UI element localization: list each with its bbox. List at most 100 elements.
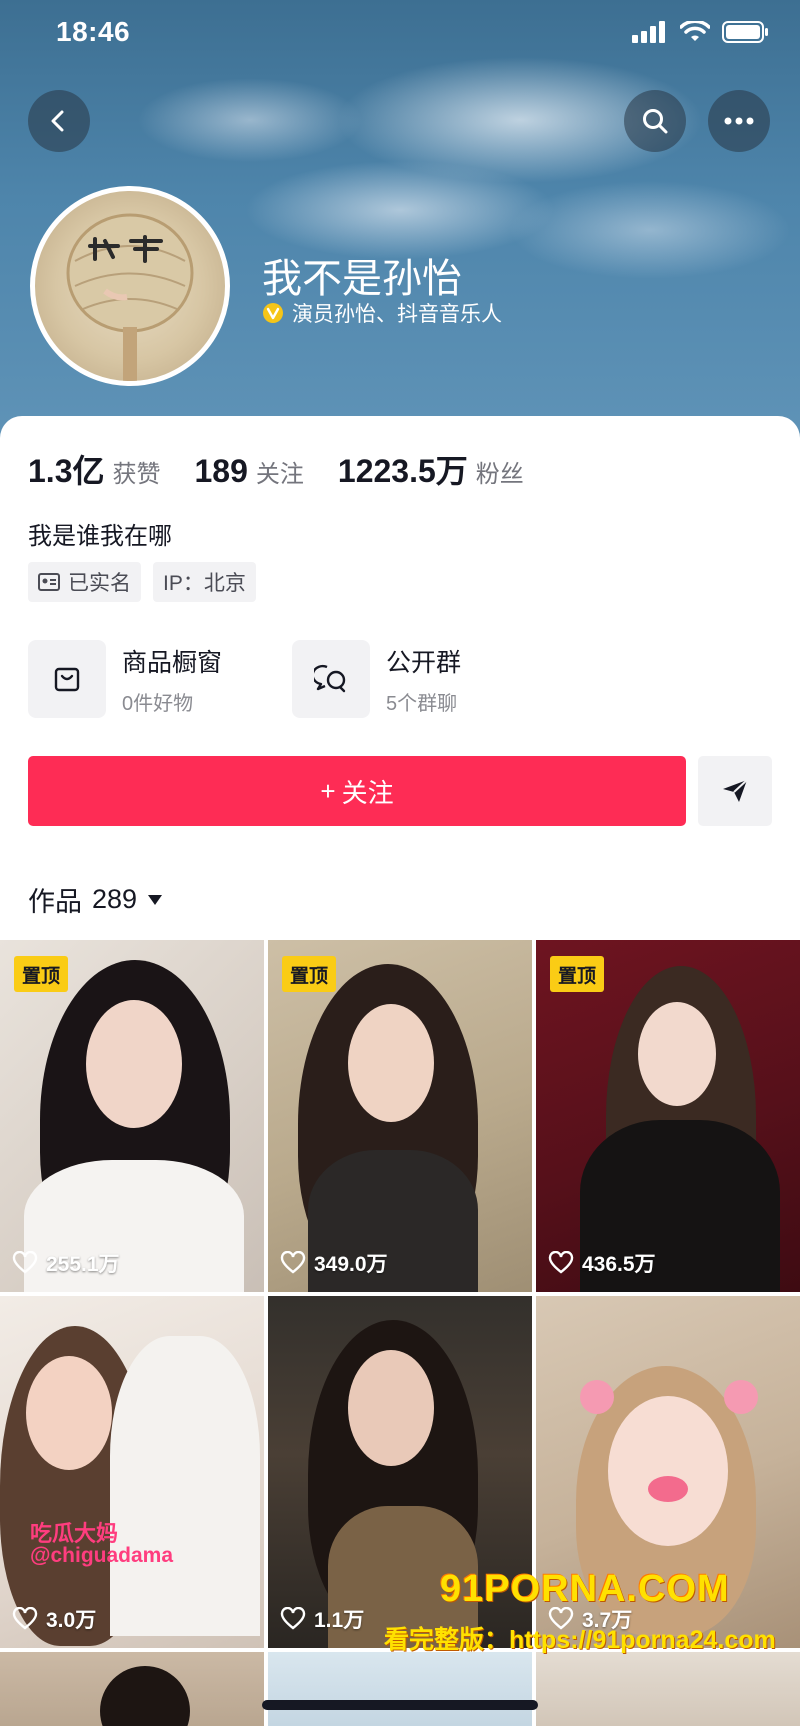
- overlay-handle: @chiguadama: [30, 1544, 174, 1567]
- stat-following[interactable]: 189 关注: [195, 453, 304, 490]
- profile-nickname: 我不是孙怡: [262, 257, 462, 301]
- avatar-fan-image: [66, 213, 194, 381]
- avatar[interactable]: [30, 186, 230, 386]
- heart-icon: [280, 1607, 306, 1630]
- video-tile[interactable]: [0, 1652, 264, 1726]
- shop-window-icon-box: [28, 640, 106, 718]
- heart-icon: [548, 1251, 574, 1274]
- profile-info-card: 1.3亿 获赞 189 关注 1223.5万 粉丝 我是谁我在哪 已实名 IP：…: [0, 416, 800, 940]
- shop-window-text: 商品橱窗 0件好物: [122, 643, 222, 716]
- thumbnail-bow-right: [724, 1380, 758, 1414]
- status-icons: [632, 20, 770, 44]
- works-tab-label: 作品: [28, 887, 82, 917]
- search-icon: [643, 109, 668, 134]
- caret-down-icon: [148, 894, 163, 905]
- status-time: 18:46: [56, 16, 131, 47]
- profile-features: 商品橱窗 0件好物 公开群 5个群聊: [28, 640, 556, 718]
- video-likes-count: 255.1万: [46, 1253, 120, 1276]
- battery-icon: [722, 21, 768, 43]
- thumbnail-face: [348, 1004, 434, 1122]
- stat-followers-label: 粉丝: [475, 461, 524, 488]
- ip-location-tag: IP：北京: [153, 562, 256, 602]
- shop-bag-icon: [54, 667, 80, 692]
- back-button[interactable]: [28, 90, 90, 152]
- stat-likes-label: 获赞: [112, 461, 161, 488]
- wifi-icon: [680, 21, 710, 41]
- real-name-label: 已实名: [68, 572, 131, 595]
- stat-likes-value: 1.3亿: [28, 453, 105, 489]
- video-likes: 436.5万: [548, 1248, 656, 1278]
- follow-plus: +: [320, 775, 336, 806]
- ip-location-label: IP：北京: [163, 572, 246, 595]
- public-group-icon-box: [292, 640, 370, 718]
- public-group-subtitle: 5个群聊: [386, 692, 458, 715]
- shop-window-title: 商品橱窗: [122, 648, 223, 677]
- ellipsis-icon: [724, 117, 754, 125]
- public-group-text: 公开群 5个群聊: [386, 643, 461, 716]
- search-button[interactable]: [624, 90, 686, 152]
- video-likes: 349.0万: [280, 1248, 388, 1278]
- video-likes-count: 1.1万: [314, 1609, 365, 1632]
- stat-following-label: 关注: [255, 461, 304, 488]
- video-likes-count: 436.5万: [582, 1253, 656, 1276]
- video-thumbnail: [536, 1652, 800, 1726]
- follow-button[interactable]: + 关注: [28, 756, 686, 826]
- status-bar: 18:46: [0, 0, 800, 70]
- profile-bio: 我是谁我在哪: [28, 523, 172, 550]
- cellular-signal-icon: [632, 21, 665, 43]
- video-tile[interactable]: [268, 1652, 532, 1726]
- heart-icon: [12, 1607, 38, 1630]
- home-indicator[interactable]: [262, 1700, 538, 1710]
- share-button[interactable]: [698, 756, 772, 826]
- thumbnail-face: [86, 1000, 182, 1128]
- chevron-left-icon: [51, 110, 64, 132]
- thumbnail-pillow: [110, 1336, 260, 1636]
- thumbnail-face: [348, 1350, 434, 1466]
- video-likes-count: 349.0万: [314, 1253, 388, 1276]
- video-likes-count: 3.0万: [46, 1609, 97, 1632]
- thumbnail-bow-left: [580, 1380, 614, 1414]
- watermark-logo: 91PORNA.COM: [440, 1568, 730, 1610]
- video-tile[interactable]: 置顶 436.5万: [536, 940, 800, 1292]
- stat-followers-value: 1223.5万: [337, 453, 468, 489]
- thumbnail-face: [608, 1396, 728, 1546]
- pinned-badge: 置顶: [282, 956, 337, 992]
- video-tile[interactable]: [536, 1652, 800, 1726]
- public-group-entry[interactable]: 公开群 5个群聊: [292, 640, 556, 718]
- works-tab[interactable]: 作品 289: [28, 880, 163, 919]
- video-likes: 255.1万: [12, 1248, 120, 1278]
- profile-stats: 1.3亿 获赞 189 关注 1223.5万 粉丝: [28, 446, 558, 492]
- video-thumbnail: [268, 1652, 532, 1726]
- send-arrow-icon: [723, 779, 748, 802]
- video-likes: 3.0万: [12, 1604, 96, 1634]
- real-name-tag: 已实名: [28, 562, 141, 602]
- heart-icon: [12, 1251, 38, 1274]
- verified-badge-icon: [263, 303, 283, 323]
- verification-text: 演员孙怡、抖音音乐人: [292, 303, 502, 326]
- thumbnail-face: [638, 1002, 716, 1106]
- stat-following-value: 189: [194, 453, 248, 489]
- watermark-url: 看完整版：https://91porna24.com: [384, 1626, 776, 1654]
- thumbnail-face: [26, 1356, 112, 1470]
- group-chat-icon: [314, 664, 346, 693]
- more-options-button[interactable]: [708, 90, 770, 152]
- stat-likes[interactable]: 1.3亿 获赞: [28, 446, 161, 492]
- profile-header-background: 18:46 我不是孙怡 演员孙怡、抖音音乐人: [0, 0, 800, 440]
- heart-icon: [280, 1251, 306, 1274]
- video-tile[interactable]: 置顶 255.1万: [0, 940, 264, 1292]
- pinned-badge: 置顶: [550, 956, 605, 992]
- id-card-icon: [38, 573, 60, 591]
- stat-followers[interactable]: 1223.5万 粉丝: [338, 446, 524, 492]
- video-tile[interactable]: 吃瓜大妈 @chiguadama 3.0万: [0, 1296, 264, 1648]
- public-group-title: 公开群: [386, 648, 462, 677]
- follow-label: 关注: [341, 777, 394, 808]
- thumbnail-nose-filter: [648, 1476, 688, 1502]
- video-tile[interactable]: 置顶 349.0万: [268, 940, 532, 1292]
- video-likes: 1.1万: [280, 1604, 364, 1634]
- works-tab-count: 289: [92, 884, 138, 914]
- profile-tags: 已实名 IP：北京: [28, 562, 256, 602]
- pinned-badge: 置顶: [14, 956, 69, 992]
- shop-window-subtitle: 0件好物: [122, 692, 194, 715]
- shop-window-entry[interactable]: 商品橱窗 0件好物: [28, 640, 292, 718]
- verification-row: 演员孙怡、抖音音乐人: [262, 298, 502, 328]
